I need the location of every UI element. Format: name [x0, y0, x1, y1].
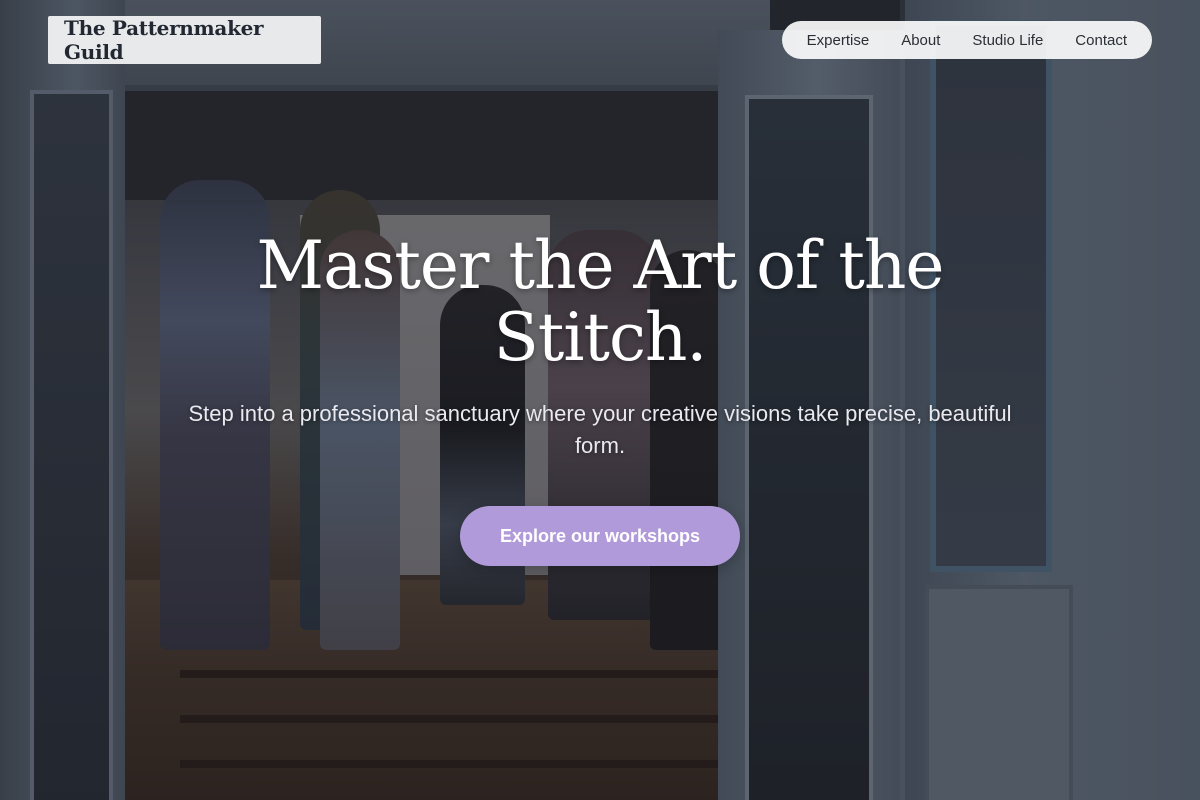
hero-title: Master the Art of the Stitch.: [256, 227, 945, 376]
nav-item-contact[interactable]: Contact: [1075, 32, 1127, 49]
main-nav: Expertise About Studio Life Contact: [781, 21, 1152, 59]
cta-label: Explore our workshops: [499, 525, 701, 546]
hero-section: Master the Art of the Stitch. Step into …: [0, 230, 1200, 462]
nav-item-studio-life[interactable]: Studio Life: [972, 32, 1043, 49]
nav-item-about[interactable]: About: [901, 32, 940, 49]
nav-item-expertise[interactable]: Expertise: [807, 32, 870, 49]
explore-workshops-button[interactable]: Explore our workshops: [460, 506, 740, 566]
hero-subtitle: Step into a professional sanctuary where…: [188, 401, 1012, 458]
site-logo[interactable]: The Patternmaker Guild: [48, 16, 321, 64]
logo-text: The Patternmaker Guild: [64, 16, 264, 64]
